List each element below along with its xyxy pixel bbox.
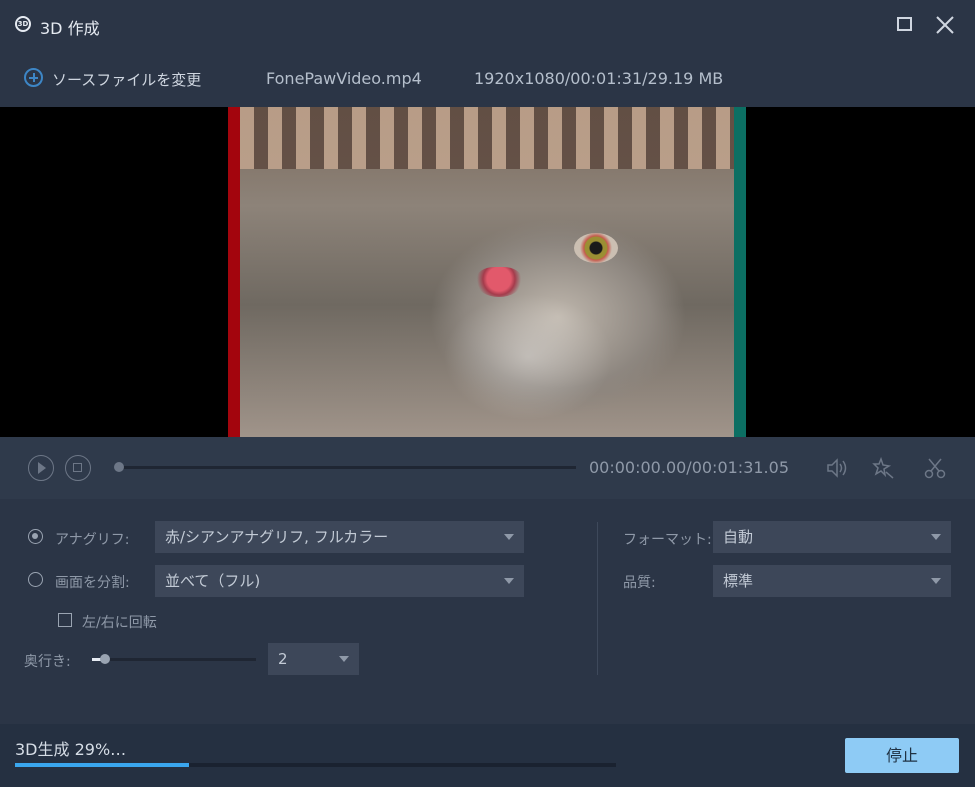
chevron-down-icon [504,534,514,540]
seek-bar[interactable] [118,466,576,469]
close-button[interactable] [934,14,956,36]
timecode: 00:00:00.00/00:01:31.05 [589,458,789,477]
anaglyph-select[interactable]: 赤/シアンアナグリフ, フルカラー [155,521,524,553]
chevron-down-icon [931,534,941,540]
close-icon [936,16,954,34]
chevron-down-icon [339,656,349,662]
split-screen-select-value: 並べて（フル) [165,572,261,590]
anaglyph-cyan-edge [734,107,746,437]
progress-bar-fill [15,763,190,767]
change-source-button[interactable]: ソースファイルを変更 [52,69,201,90]
depth-slider[interactable] [92,658,256,661]
split-screen-select[interactable]: 並べて（フル) [155,565,524,597]
rotate-checkbox[interactable] [58,613,72,627]
anaglyph-select-value: 赤/シアンアナグリフ, フルカラー [165,528,389,546]
settings-divider [597,522,598,675]
progress-footer [0,724,975,787]
source-file-info: 1920x1080/00:01:31/29.19 MB [474,69,724,88]
stop-button[interactable]: 停止 [845,738,959,773]
maximize-button[interactable] [895,14,917,36]
depth-select-value: 2 [278,650,288,668]
app-3d-icon: 3D [15,16,31,32]
quality-label: 品質: [623,575,656,591]
anaglyph-radio[interactable] [28,529,43,544]
video-frame-detail [574,233,618,263]
split-screen-label: 画面を分割: [55,575,130,591]
chevron-down-icon [931,578,941,584]
add-icon[interactable] [24,68,43,87]
title-bar [0,0,975,52]
progress-text: 3D生成 29%… [15,740,127,759]
volume-button[interactable] [825,455,851,485]
video-preview [0,107,975,437]
depth-label: 奥行き: [24,654,71,670]
cut-button[interactable] [922,455,948,485]
quality-select[interactable]: 標準 [713,565,951,597]
seek-handle[interactable] [114,462,124,472]
video-frame [228,107,746,437]
video-frame-background [240,107,734,169]
format-label: フォーマット: [623,532,712,548]
stop-playback-button[interactable] [65,455,91,481]
anaglyph-label: アナグリフ: [55,532,130,548]
anaglyph-red-edge [228,107,240,437]
depth-select[interactable]: 2 [268,643,359,675]
cut-icon [924,458,946,479]
rotate-label: 左/右に回転 [82,615,157,631]
play-button[interactable] [28,455,54,481]
maximize-icon [897,17,912,31]
chevron-down-icon [504,578,514,584]
volume-icon [827,458,847,478]
window-title: 3D 作成 [40,19,100,38]
format-select-value: 自動 [723,528,754,546]
split-screen-radio[interactable] [28,572,43,587]
effects-icon [872,456,894,479]
video-frame-detail [476,267,522,297]
format-select[interactable]: 自動 [713,521,951,553]
source-filename: FonePawVideo.mp4 [266,69,422,88]
effects-button[interactable] [871,455,897,485]
quality-select-value: 標準 [723,572,754,590]
